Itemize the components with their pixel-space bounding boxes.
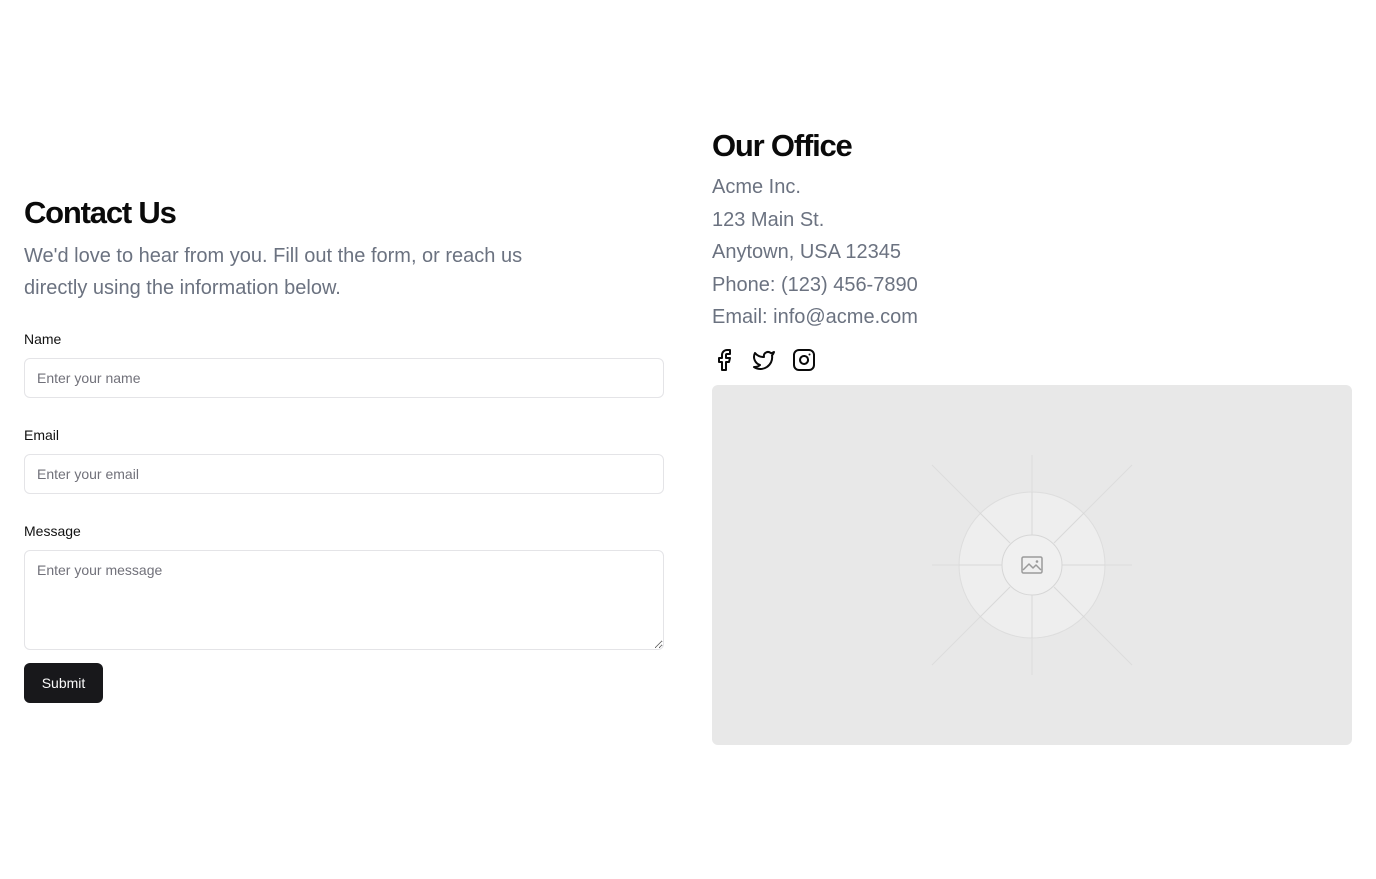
name-label: Name — [24, 331, 62, 347]
office-section: Our Office Acme Inc. 123 Main St. Anytow… — [712, 128, 1352, 745]
name-input[interactable] — [24, 358, 664, 398]
submit-button[interactable]: Submit — [24, 663, 103, 703]
placeholder-graphic — [931, 454, 1133, 675]
social-links — [712, 346, 1352, 374]
map-image-placeholder — [712, 384, 1352, 745]
email-label: Email — [24, 427, 60, 443]
office-street: 123 Main St. — [712, 208, 825, 231]
contact-title: Contact Us — [24, 195, 177, 230]
twitter-icon[interactable] — [752, 348, 776, 372]
office-email: Email: info@acme.com — [712, 306, 918, 328]
facebook-icon[interactable] — [712, 348, 736, 372]
message-textarea[interactable] — [24, 550, 664, 650]
email-input[interactable] — [24, 454, 664, 494]
message-label: Message — [24, 523, 81, 539]
contact-page: Contact Us We'd love to hear from you. F… — [0, 0, 1376, 879]
contact-form: Name Email Message Submit — [24, 330, 664, 703]
contact-lead: We'd love to hear from you. Fill out the… — [24, 245, 523, 299]
instagram-icon[interactable] — [792, 348, 816, 372]
office-city: Anytown, USA 12345 — [712, 241, 902, 263]
office-phone: Phone: (123) 456-7890 — [712, 273, 918, 296]
office-company: Acme Inc. — [712, 176, 801, 198]
office-title: Our Office — [712, 128, 853, 163]
office-address: Acme Inc. 123 Main St. Anytown, USA 1234… — [712, 171, 1352, 334]
contact-section: Contact Us We'd love to hear from you. F… — [24, 196, 664, 703]
